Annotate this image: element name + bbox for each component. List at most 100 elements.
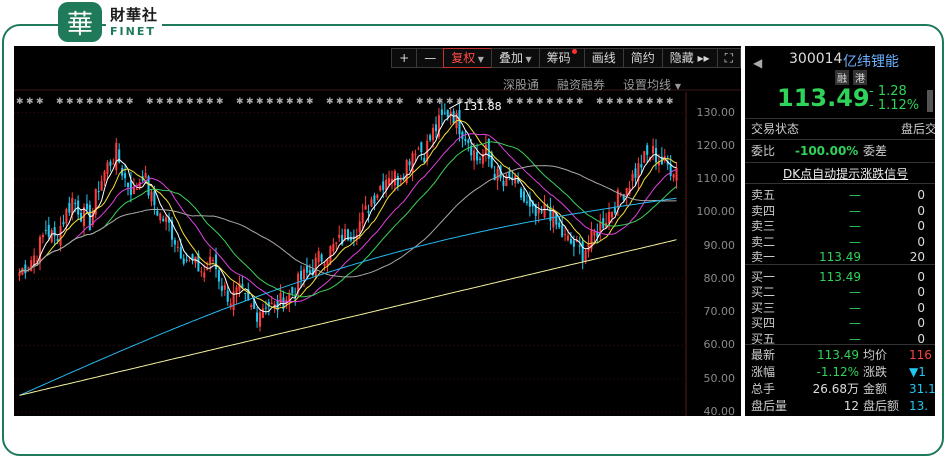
candle-body: [305, 265, 308, 273]
candle-body: [244, 293, 247, 295]
price-change-pct: - 1.12%: [869, 98, 920, 113]
level-label: 卖三: [751, 219, 776, 233]
candle-body: [44, 229, 47, 231]
bid-row: 买二 — 0: [751, 284, 935, 300]
level-price: —: [849, 234, 861, 249]
ma-30-line: [19, 141, 677, 298]
event-marker: ✱: [606, 97, 614, 107]
trade-state-label: 交易状态: [751, 122, 800, 136]
candle-body: [162, 218, 165, 222]
candle-body: [373, 195, 376, 204]
candle-body: [569, 238, 572, 244]
event-marker: ✱: [446, 97, 454, 107]
event-marker: ✱: [56, 97, 64, 107]
candle-body: [608, 211, 611, 224]
candle-body: [18, 272, 21, 276]
candle-body: [382, 181, 385, 191]
stock-tags: 融 港: [835, 70, 867, 85]
simple-mode-button[interactable]: 简约: [622, 48, 663, 68]
prev-stock-arrow[interactable]: ◀: [753, 56, 762, 70]
ma-settings-link[interactable]: 设置均线 ▼: [623, 76, 681, 93]
candle-body: [652, 145, 655, 154]
candle-body: [358, 221, 361, 232]
candle-body: [74, 202, 77, 204]
hide-panel-button[interactable]: 隐藏 ▸▸: [661, 48, 718, 68]
trade-state-value: 盘后交: [901, 122, 935, 136]
quote-label: 涨幅: [751, 365, 776, 379]
event-marker: ✱: [386, 97, 394, 107]
hk-tag: 港: [853, 70, 867, 85]
candle-body: [203, 272, 206, 278]
logo-char: 華: [66, 9, 93, 40]
event-marker: ✱: [556, 97, 564, 107]
margin-trading-link[interactable]: 融资融券: [557, 76, 605, 93]
overlay-button[interactable]: 叠加 ▼: [490, 48, 540, 68]
candle-body: [223, 285, 226, 290]
chart-toolbar: + — 复权 ▼ 叠加 ▼ 筹码 画线 简约 隐藏 ▸▸ ⛶: [391, 48, 741, 68]
event-marker: ✱: [336, 97, 344, 107]
candle-body: [279, 293, 282, 304]
candle-body: [361, 212, 364, 224]
quote-value: 116: [909, 348, 932, 362]
candle-body: [432, 127, 435, 141]
draw-line-button[interactable]: 画线: [583, 48, 624, 68]
event-marker: ✱: [116, 97, 124, 107]
event-marker: ✱: [626, 97, 634, 107]
event-marker: ✱: [596, 97, 604, 107]
event-marker: ✱: [166, 97, 174, 107]
quote-row: 涨幅 -1.12% 涨跌 ▼1: [751, 364, 935, 380]
candle-body: [317, 251, 320, 263]
event-marker: ✱: [96, 97, 104, 107]
candle-body: [27, 267, 30, 269]
candle-body: [388, 177, 391, 186]
candle-body: [364, 205, 367, 210]
candle-body: [182, 258, 185, 264]
candle-body: [502, 180, 505, 186]
candle-body: [434, 124, 438, 132]
candle-body: [323, 264, 326, 266]
level-price: 113.49: [819, 250, 861, 264]
dk-signal-link[interactable]: DK点自动提示涨跌信号: [783, 165, 908, 182]
candle-body: [144, 172, 147, 179]
kline-chart-panel: ✱ ✱ ✱ ✱ ✱ ✱ ✱ ✱ ✱ ✱ ✱ ✱ ✱ ✱ ✱ ✱ ✱ ✱ ✱ ✱ ✱ ✱ ✱ ✱ ✱ ✱ ✱ ✱ ✱ ✱ ✱ ✱ ✱ ✱ ✱ ✱ ✱ ✱ ✱ ✱…: [14, 46, 741, 416]
quote-row: 总手 26.68万 金额 31.1: [751, 381, 935, 397]
zoom-out-button[interactable]: —: [416, 48, 445, 68]
y-tick-label: 120.00: [696, 138, 736, 152]
adjust-price-button[interactable]: 复权 ▼: [443, 48, 492, 68]
candle-body: [446, 109, 449, 118]
candle-body: [443, 112, 446, 114]
quote-value: 12: [843, 399, 859, 413]
level-volume: 0: [917, 285, 925, 299]
level-volume: 0: [917, 234, 925, 249]
event-marker: ✱: [156, 97, 164, 107]
event-marker: ✱: [246, 97, 254, 107]
event-marker: ✱: [186, 97, 194, 107]
event-marker: ✱: [356, 97, 364, 107]
candle-body: [520, 188, 523, 198]
candle-body: [126, 182, 130, 187]
candle-body: [291, 286, 294, 294]
ask-row: 卖一 113.49 20: [751, 249, 935, 265]
stock-menu-icon[interactable]: [927, 90, 933, 112]
fullscreen-icon[interactable]: ⛶: [716, 48, 741, 68]
candle-body: [578, 245, 581, 247]
y-tick-label: 60.00: [703, 338, 736, 352]
hk-connect-link[interactable]: 深股通: [503, 76, 539, 93]
chip-distribution-button[interactable]: 筹码: [538, 48, 585, 68]
level-price: —: [849, 203, 861, 218]
y-tick-label: 110.00: [696, 172, 736, 186]
ask-row: 卖三 — 0: [751, 218, 935, 234]
candle-body: [250, 304, 253, 308]
candle-body: [561, 225, 564, 237]
candle-body: [176, 246, 179, 248]
ask-row: 卖二 — 0: [751, 234, 935, 250]
event-marker: ✱: [376, 97, 384, 107]
zoom-in-button[interactable]: +: [391, 48, 418, 68]
candle-body: [103, 171, 106, 182]
quote-value: 31.1: [909, 382, 935, 396]
event-marker: ✱: [106, 97, 114, 107]
candle-body: [179, 247, 182, 259]
event-marker: ✱: [16, 97, 24, 107]
candle-body: [522, 191, 526, 202]
candle-body: [156, 210, 159, 216]
